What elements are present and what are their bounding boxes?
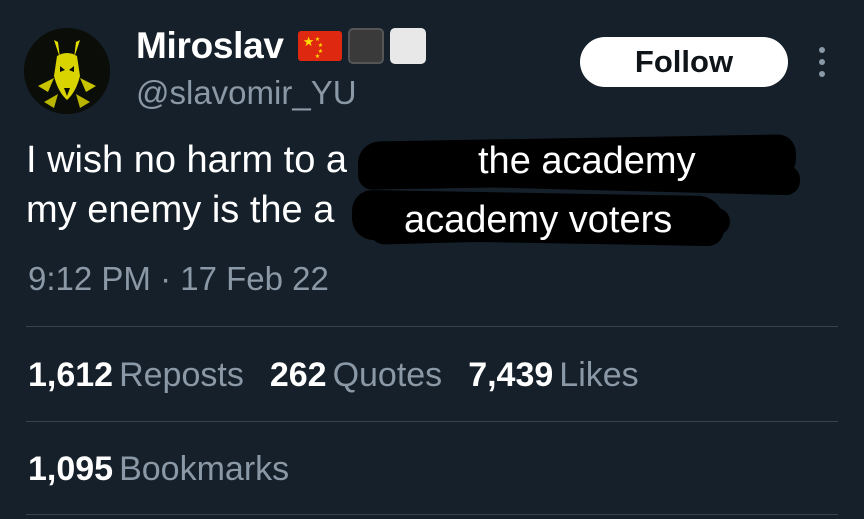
engagement-stats: 1,612 Reposts 262 Quotes 7,439 Likes [28, 352, 665, 398]
goat-avatar-icon [24, 28, 110, 114]
likes-label: Likes [559, 356, 639, 394]
tweet-text: I wish no harm to a my enemy is the a [26, 135, 347, 235]
quotes-count: 262 [269, 356, 327, 394]
reposts-stat[interactable]: 1,612 Reposts [28, 356, 244, 394]
more-vertical-icon[interactable] [812, 44, 832, 80]
quotes-stat[interactable]: 262 Quotes [270, 356, 442, 394]
tweet-timestamp[interactable]: 9:12 PM · 17 Feb 22 [28, 257, 329, 301]
author-name-row: Miroslav ★ ★ ★ ★ ★ [136, 22, 426, 70]
bookmarks-stat[interactable]: 1,095 Bookmarks [28, 446, 315, 492]
black-square-emoji [347, 28, 384, 64]
bookmarks-count: 1,095 [28, 450, 114, 488]
tweet-line-1: I wish no harm to a [26, 139, 348, 181]
follow-button[interactable]: Follow [580, 37, 788, 87]
reposts-label: Reposts [119, 356, 244, 394]
quotes-label: Quotes [332, 356, 443, 394]
china-flag-emoji: ★ ★ ★ ★ ★ [297, 31, 342, 61]
tweet-line-2: my enemy is the a [26, 189, 335, 231]
avatar[interactable] [24, 28, 110, 114]
bookmarks-label: Bookmarks [119, 450, 290, 488]
author-display-name[interactable]: Miroslav [136, 22, 284, 70]
divider [26, 326, 838, 327]
overlay-text-1: the academy [478, 140, 696, 182]
author-handle[interactable]: @slavomir_YU [136, 72, 357, 114]
likes-stat[interactable]: 7,439 Likes [468, 356, 638, 394]
divider [26, 514, 838, 515]
white-square-emoji [389, 28, 426, 64]
likes-count: 7,439 [468, 356, 554, 394]
reposts-count: 1,612 [28, 356, 114, 394]
overlay-text-2: academy voters [404, 199, 673, 241]
divider [26, 421, 838, 422]
